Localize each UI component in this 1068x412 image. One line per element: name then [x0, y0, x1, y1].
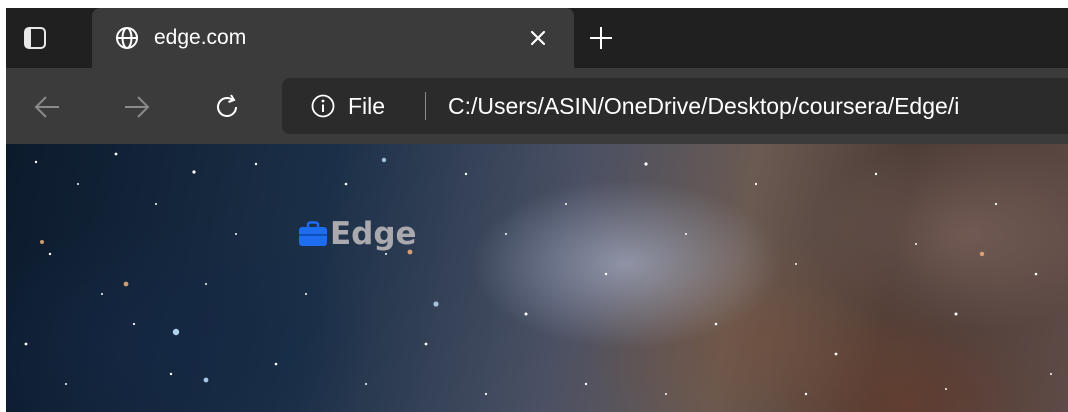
- tab-actions-icon: [24, 27, 46, 49]
- tab-close-button[interactable]: [524, 24, 552, 52]
- plus-icon: [590, 27, 612, 49]
- arrow-right-icon: [125, 96, 150, 118]
- starfield-background: [24, 152, 1052, 396]
- browser-window: edge.com File C:/Users/ASIN/OneDrive/Des…: [0, 0, 1068, 412]
- refresh-button[interactable]: [210, 90, 244, 124]
- tab-actions-button[interactable]: [20, 23, 50, 53]
- site-logo[interactable]: Edge: [298, 216, 417, 252]
- refresh-icon: [217, 94, 237, 118]
- back-button[interactable]: [30, 90, 64, 124]
- page-viewport: Edge: [6, 144, 1068, 412]
- tab-title: edge.com: [154, 26, 247, 49]
- new-tab-button[interactable]: [584, 22, 618, 54]
- address-bar[interactable]: File C:/Users/ASIN/OneDrive/Desktop/cour…: [282, 78, 1068, 134]
- logo-text: Edge: [330, 216, 417, 252]
- toolbar: File C:/Users/ASIN/OneDrive/Desktop/cour…: [6, 68, 1068, 144]
- tab-strip: edge.com: [6, 8, 1068, 68]
- globe-icon: [116, 27, 138, 49]
- address-divider: [425, 92, 426, 120]
- forward-button[interactable]: [120, 90, 154, 124]
- tab-active[interactable]: edge.com: [92, 8, 574, 68]
- url-text[interactable]: C:/Users/ASIN/OneDrive/Desktop/coursera/…: [448, 91, 959, 121]
- close-icon: [530, 30, 546, 46]
- info-icon[interactable]: [310, 93, 336, 119]
- site-info-label[interactable]: File: [348, 91, 385, 121]
- arrow-left-icon: [34, 96, 59, 118]
- briefcase-icon: [299, 221, 327, 246]
